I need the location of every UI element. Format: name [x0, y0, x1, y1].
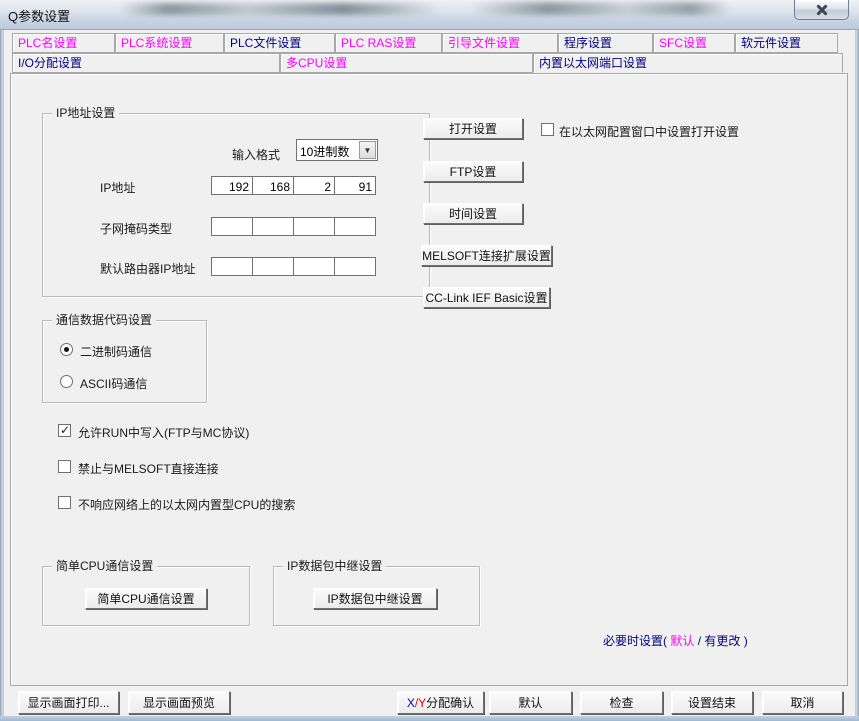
disable-melsoft-checkbox[interactable] [58, 460, 71, 473]
ip-octet-4[interactable] [334, 176, 376, 195]
binary-comm-label: 二进制码通信 [80, 343, 152, 360]
check-button[interactable]: 检查 [580, 691, 663, 714]
router-octet-3[interactable] [293, 257, 335, 276]
print-screen-button[interactable]: 显示画面打印... [18, 691, 119, 714]
required-note: 必要时设置( 默认 / 有更改 ) [603, 632, 748, 649]
required-note-prefix: 必要时设置( [603, 634, 667, 648]
setting-finish-button[interactable]: 设置结束 [671, 691, 753, 714]
window-frame-right [855, 30, 859, 721]
cancel-button[interactable]: 取消 [762, 691, 843, 714]
tab-multi-cpu[interactable]: 多CPU设置 [280, 53, 533, 73]
simple-cpu-setting-button[interactable]: 简单CPU通信设置 [85, 588, 207, 609]
allow-run-write-label: 允许RUN中写入(FTP与MC协议) [78, 424, 249, 441]
required-note-separator: / [698, 634, 701, 648]
no-response-search-label: 不响应网络上的以太网内置型CPU的搜索 [78, 496, 295, 513]
no-response-search-checkbox[interactable] [58, 496, 71, 509]
tab-sfc[interactable]: SFC设置 [653, 33, 735, 53]
subnet-octet-4[interactable] [334, 217, 376, 236]
router-octet-2[interactable] [252, 257, 294, 276]
open-in-ethernet-label: 在以太网配置窗口中设置打开设置 [559, 123, 739, 140]
window-title: Q参数设置 [8, 6, 70, 25]
disable-melsoft-label: 禁止与MELSOFT直接连接 [78, 460, 219, 477]
tab-boot-file[interactable]: 引导文件设置 [442, 33, 558, 53]
tab-program[interactable]: 程序设置 [558, 33, 653, 53]
default-button[interactable]: 默认 [489, 691, 572, 714]
tab-plc-file[interactable]: PLC文件设置 [224, 33, 335, 53]
tab-plc-system[interactable]: PLC系统设置 [115, 33, 224, 53]
ip-address-label: IP地址 [100, 179, 135, 196]
tab-io-assignment[interactable]: I/O分配设置 [12, 53, 280, 73]
xy-x-part: X [407, 696, 415, 710]
ip-packet-group-title: IP数据包中继设置 [283, 559, 386, 573]
ftp-setting-button[interactable]: FTP设置 [423, 161, 523, 182]
ip-packet-relay-button[interactable]: IP数据包中继设置 [313, 588, 437, 609]
binary-comm-radio[interactable] [60, 343, 73, 356]
input-format-label: 输入格式 [232, 146, 280, 163]
ip-octet-1[interactable] [211, 176, 253, 195]
subnet-octet-1[interactable] [211, 217, 253, 236]
open-in-ethernet-checkbox[interactable] [541, 123, 554, 136]
router-octet-1[interactable] [211, 257, 253, 276]
close-icon [816, 4, 827, 15]
subnet-mask-label: 子网掩码类型 [100, 220, 172, 237]
subnet-octet-3[interactable] [293, 217, 335, 236]
titlebar-blur-artifact [470, 2, 730, 15]
ip-address-group-title: IP地址设置 [52, 106, 119, 120]
close-button[interactable] [794, 0, 849, 20]
tab-device[interactable]: 软元件设置 [735, 33, 838, 53]
ascii-comm-label: ASCII码通信 [80, 375, 147, 392]
window-frame-left [0, 30, 4, 721]
cclink-ief-basic-button[interactable]: CC-Link IEF Basic设置 [423, 287, 550, 308]
xy-assignment-confirm-button[interactable]: X/Y分配确认 [397, 691, 484, 714]
default-router-label: 默认路由器IP地址 [100, 260, 195, 277]
required-note-default: 默认 [670, 634, 694, 648]
open-setting-button[interactable]: 打开设置 [423, 118, 523, 139]
input-format-select[interactable]: 10进制数 ▼ [296, 139, 378, 161]
tab-plc-ras[interactable]: PLC RAS设置 [335, 33, 442, 53]
window-frame-bottom [0, 716, 859, 721]
preview-screen-button[interactable]: 显示画面预览 [128, 691, 230, 714]
tab-builtin-ethernet[interactable]: 内置以太网端口设置 [533, 53, 843, 73]
titlebar-blur-artifact [120, 3, 440, 15]
title-bar: Q参数设置 [0, 0, 859, 30]
time-setting-button[interactable]: 时间设置 [423, 203, 523, 224]
required-note-suffix: ) [744, 634, 748, 648]
xy-slash-y-part: /Y [415, 696, 426, 710]
input-format-value: 10进制数 [300, 143, 349, 160]
router-octet-4[interactable] [334, 257, 376, 276]
allow-run-write-checkbox[interactable] [58, 424, 71, 437]
xy-rest-part: 分配确认 [426, 694, 474, 711]
required-note-changed: 有更改 [704, 634, 740, 648]
q-parameter-dialog: Q参数设置 PLC名设置 PLC系统设置 PLC文件设置 PLC RAS设置 引… [0, 0, 859, 721]
ip-octet-3[interactable] [293, 176, 335, 195]
comm-code-group-title: 通信数据代码设置 [52, 313, 156, 327]
simple-cpu-group-title: 简单CPU通信设置 [52, 559, 157, 573]
ascii-comm-radio[interactable] [60, 375, 73, 388]
chevron-down-icon[interactable]: ▼ [359, 141, 376, 159]
tab-plc-name[interactable]: PLC名设置 [12, 33, 115, 53]
subnet-octet-2[interactable] [252, 217, 294, 236]
melsoft-extension-button[interactable]: MELSOFT连接扩展设置 [421, 245, 552, 266]
ip-octet-2[interactable] [252, 176, 294, 195]
